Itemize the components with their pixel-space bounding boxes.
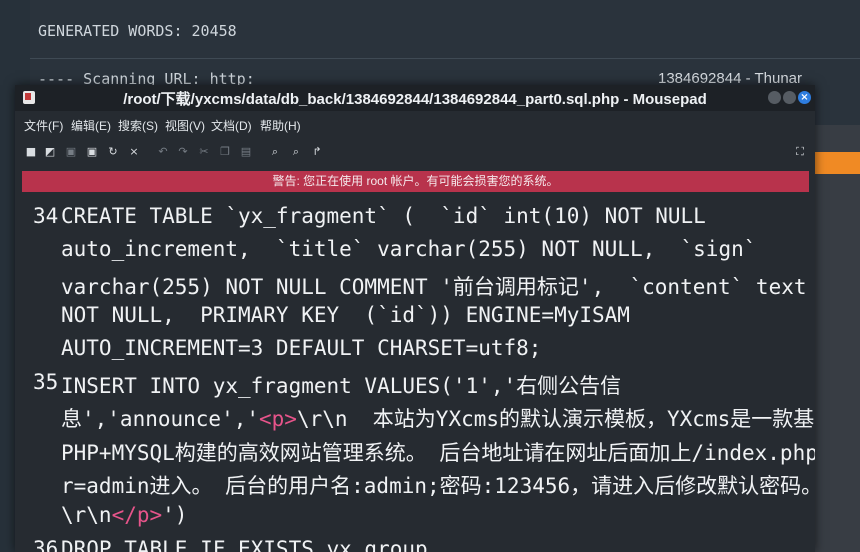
html-tag: </p> <box>111 503 163 527</box>
menu-view[interactable]: 视图(V) <box>165 117 205 134</box>
code-text: \r\n <box>61 503 112 527</box>
new-document-icon[interactable]: ■ <box>24 145 38 159</box>
code-line: PHP+MYSQL构建的高效网站管理系统。 后台地址请在网址后面加上/index… <box>61 441 815 465</box>
reload-icon[interactable]: ↻ <box>106 145 120 159</box>
redo-icon[interactable]: ↷ <box>176 145 190 159</box>
code-line: CREATE TABLE `yx_fragment` ( `id` int(10… <box>61 204 706 228</box>
code-text: ') <box>162 503 188 527</box>
toolbar: ■ ◩ ▣ ▣ ↻ × ↶ ↷ ✂ ❐ ▤ ⌕ ⌕ ↱ ⛶ <box>15 141 815 163</box>
cut-icon[interactable]: ✂ <box>197 145 211 159</box>
find-icon[interactable]: ⌕ <box>268 145 282 159</box>
code-text: \r\n 本站为YXcms的默认演示模板，YXcms是一款基于 <box>296 407 815 431</box>
code-text: 息','announce',' <box>61 407 260 431</box>
menu-edit[interactable]: 编辑(E) <box>71 117 111 134</box>
code-line: INSERT INTO yx_fragment VALUES('1','右侧公告… <box>61 374 622 398</box>
minimize-button[interactable] <box>768 91 781 104</box>
close-icon[interactable]: × <box>127 145 141 159</box>
code-line: \r\n</p>') <box>61 503 187 527</box>
code-line: NOT NULL, PRIMARY KEY (`id`)) ENGINE=MyI… <box>61 303 630 327</box>
title-bar[interactable]: /root/下载/yxcms/data/db_back/1384692844/1… <box>15 85 815 111</box>
close-window-button[interactable]: × <box>798 91 811 104</box>
mousepad-window: /root/下载/yxcms/data/db_back/1384692844/1… <box>15 85 815 552</box>
maximize-button[interactable] <box>783 91 796 104</box>
menu-bar: 文件(F) 编辑(E) 搜索(S) 视图(V) 文档(D) 帮助(H) <box>15 113 815 135</box>
code-line: varchar(255) NOT NULL COMMENT '前台调用标记', … <box>61 275 807 299</box>
text-editor[interactable]: 34 CREATE TABLE `yx_fragment` ( `id` int… <box>15 197 815 552</box>
root-warning-banner: 警告: 您正在使用 root 帐户。有可能会损害您的系统。 <box>22 171 809 192</box>
copy-icon[interactable]: ❐ <box>218 145 232 159</box>
save-icon[interactable]: ▣ <box>64 145 78 159</box>
line-number-36: 36 <box>33 537 59 552</box>
line-number-35: 35 <box>33 370 59 394</box>
window-title: /root/下载/yxcms/data/db_back/1384692844/1… <box>123 91 707 108</box>
code-line: 息','announce','<p>\r\n 本站为YXcms的默认演示模板，Y… <box>61 403 815 433</box>
terminal-divider <box>30 58 860 59</box>
paste-icon[interactable]: ▤ <box>239 145 253 159</box>
code-line: AUTO_INCREMENT=3 DEFAULT CHARSET=utf8; <box>61 336 542 360</box>
undo-icon[interactable]: ↶ <box>156 145 170 159</box>
go-to-icon[interactable]: ↱ <box>310 145 324 159</box>
menu-help[interactable]: 帮助(H) <box>260 117 301 134</box>
menu-file[interactable]: 文件(F) <box>24 117 63 134</box>
menu-document[interactable]: 文档(D) <box>211 117 252 134</box>
thunar-window-edge <box>815 125 860 552</box>
html-tag: <p> <box>259 407 297 431</box>
find-replace-icon[interactable]: ⌕ <box>289 145 303 159</box>
terminal-line-generated: GENERATED WORDS: 20458 <box>38 22 237 40</box>
fullscreen-icon[interactable]: ⛶ <box>793 145 807 159</box>
new-window-icon[interactable]: ◩ <box>43 145 57 159</box>
save-as-icon[interactable]: ▣ <box>85 145 99 159</box>
code-line: r=admin进入。 后台的用户名:admin;密码:123456，请进入后修改… <box>61 474 815 498</box>
code-line: DROP TABLE IF EXISTS yx_group <box>61 537 428 552</box>
menu-search[interactable]: 搜索(S) <box>118 117 158 134</box>
line-number-34: 34 <box>33 204 59 228</box>
thunar-highlight <box>815 152 860 174</box>
code-line: auto_increment, `title` varchar(255) NOT… <box>61 237 757 261</box>
